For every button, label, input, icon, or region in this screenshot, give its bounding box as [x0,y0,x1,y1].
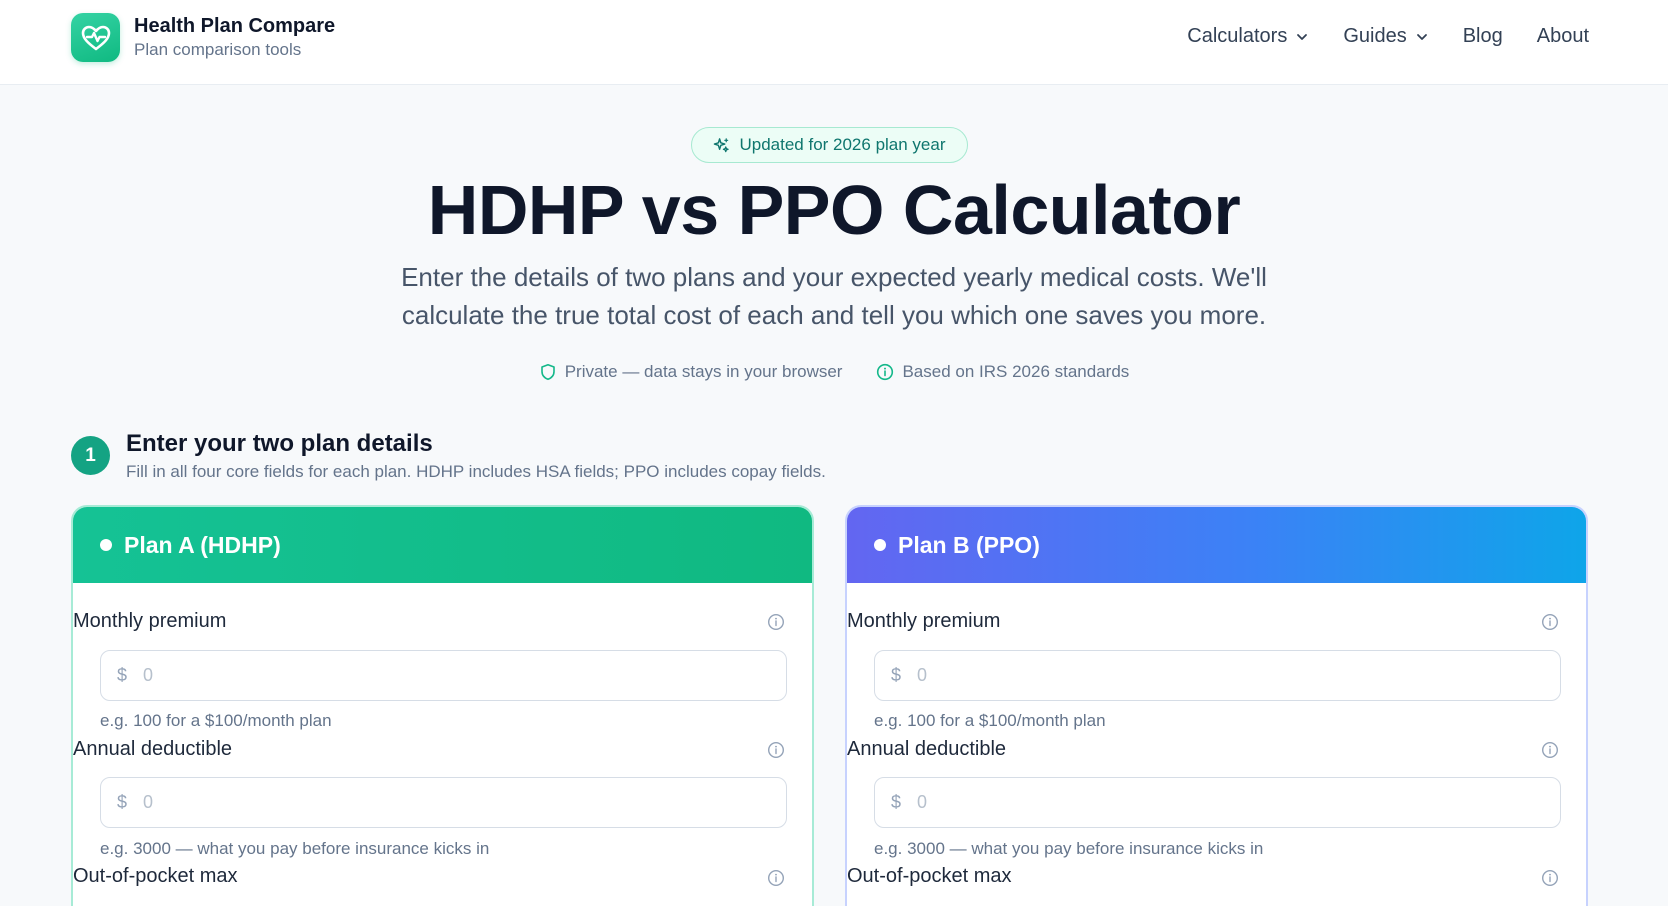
plan-a-deductible-label: Annual deductible [73,738,233,760]
info-icon[interactable] [1541,869,1559,887]
plan-a-oop-label: Out-of-pocket max [73,865,238,887]
plan-b-premium-help: e.g. 100 for a $100/month plan [874,711,1106,730]
nav-blog-label: Blog [1462,25,1503,47]
main-nav: Calculators Guides Blog About [1153,25,1589,48]
plan-b-premium-label: Monthly premium [847,610,1001,632]
updated-badge-text: Updated for 2026 plan year [739,135,946,154]
dollar-icon: $ [117,665,128,685]
plan-b-deductible-input[interactable] [917,792,1518,813]
dollar-icon: $ [891,665,902,685]
plan-a-card: Plan A (HDHP) Monthly premium $ e.g. 100… [71,505,814,906]
plan-a-premium-input[interactable] [143,665,744,686]
info-icon[interactable] [767,741,785,759]
nav-calculators[interactable]: Calculators [1187,25,1309,48]
nav-guides[interactable]: Guides [1343,25,1428,48]
plan-b-deductible-help: e.g. 3000 — what you pay before insuranc… [874,839,1264,858]
plan-b-title: Plan B (PPO) [898,531,1040,558]
info-circle-icon [876,363,902,381]
brand[interactable]: Health Plan Compare Plan comparison tool… [71,13,335,62]
plan-a-header: Plan A (HDHP) [73,507,812,583]
plan-b-deductible-field[interactable]: $ [874,777,1561,828]
trust-item-irs: Based on IRS 2026 standards [876,362,1129,382]
plan-a-title: Plan A (HDHP) [124,531,281,558]
plan-b-header: Plan B (PPO) [847,507,1586,583]
trust-item-private: Private — data stays in your browser [539,362,843,382]
nav-about[interactable]: About [1537,25,1589,48]
info-icon[interactable] [1541,613,1559,631]
brand-title: Health Plan Compare [134,15,336,37]
nav-guides-label: Guides [1343,25,1407,47]
trust-indicators: Private — data stays in your browser Bas… [0,362,1668,382]
info-icon[interactable] [767,869,785,887]
step-subtitle: Fill in all four core fields for each pl… [126,462,826,481]
dollar-icon: $ [891,792,902,812]
step-number: 1 [71,436,110,475]
plan-a-dot-icon [100,539,112,551]
page-description: Enter the details of two plans and your … [401,262,1267,330]
chevron-down-icon [1295,30,1309,44]
nav-blog[interactable]: Blog [1463,25,1503,48]
updated-badge: Updated for 2026 plan year [691,127,968,163]
plan-a-deductible-input[interactable] [143,792,744,813]
trust-irs-text: Based on IRS 2026 standards [902,362,1130,381]
dollar-icon: $ [117,792,128,812]
plan-a-premium-label: Monthly premium [73,610,227,632]
plan-b-oop-label: Out-of-pocket max [847,865,1012,887]
plan-b-premium-input[interactable] [917,665,1518,686]
brand-subtitle: Plan comparison tools [134,40,302,59]
plan-b-deductible-label: Annual deductible [847,738,1007,760]
info-icon[interactable] [1541,741,1559,759]
plan-a-deductible-field[interactable]: $ [100,777,787,828]
sparkles-icon [713,137,730,154]
plan-b-premium-field[interactable]: $ [874,650,1561,701]
trust-private-text: Private — data stays in your browser [564,362,843,381]
plan-a-deductible-help: e.g. 3000 — what you pay before insuranc… [100,839,490,858]
step-title: Enter your two plan details [126,430,433,457]
chevron-down-icon [1415,30,1429,44]
info-icon[interactable] [767,613,785,631]
page-title: HDHP vs PPO Calculator [427,171,1241,249]
top-navigation-bar: Health Plan Compare Plan comparison tool… [0,0,1668,85]
plan-a-premium-field[interactable]: $ [100,650,787,701]
nav-calculators-label: Calculators [1187,25,1288,47]
shield-icon [539,363,565,381]
nav-about-label: About [1536,25,1589,47]
heart-pulse-icon [71,13,120,62]
plan-a-premium-help: e.g. 100 for a $100/month plan [100,711,332,730]
plan-b-dot-icon [874,539,886,551]
plan-b-card: Plan B (PPO) Monthly premium $ e.g. 100 … [845,505,1588,906]
